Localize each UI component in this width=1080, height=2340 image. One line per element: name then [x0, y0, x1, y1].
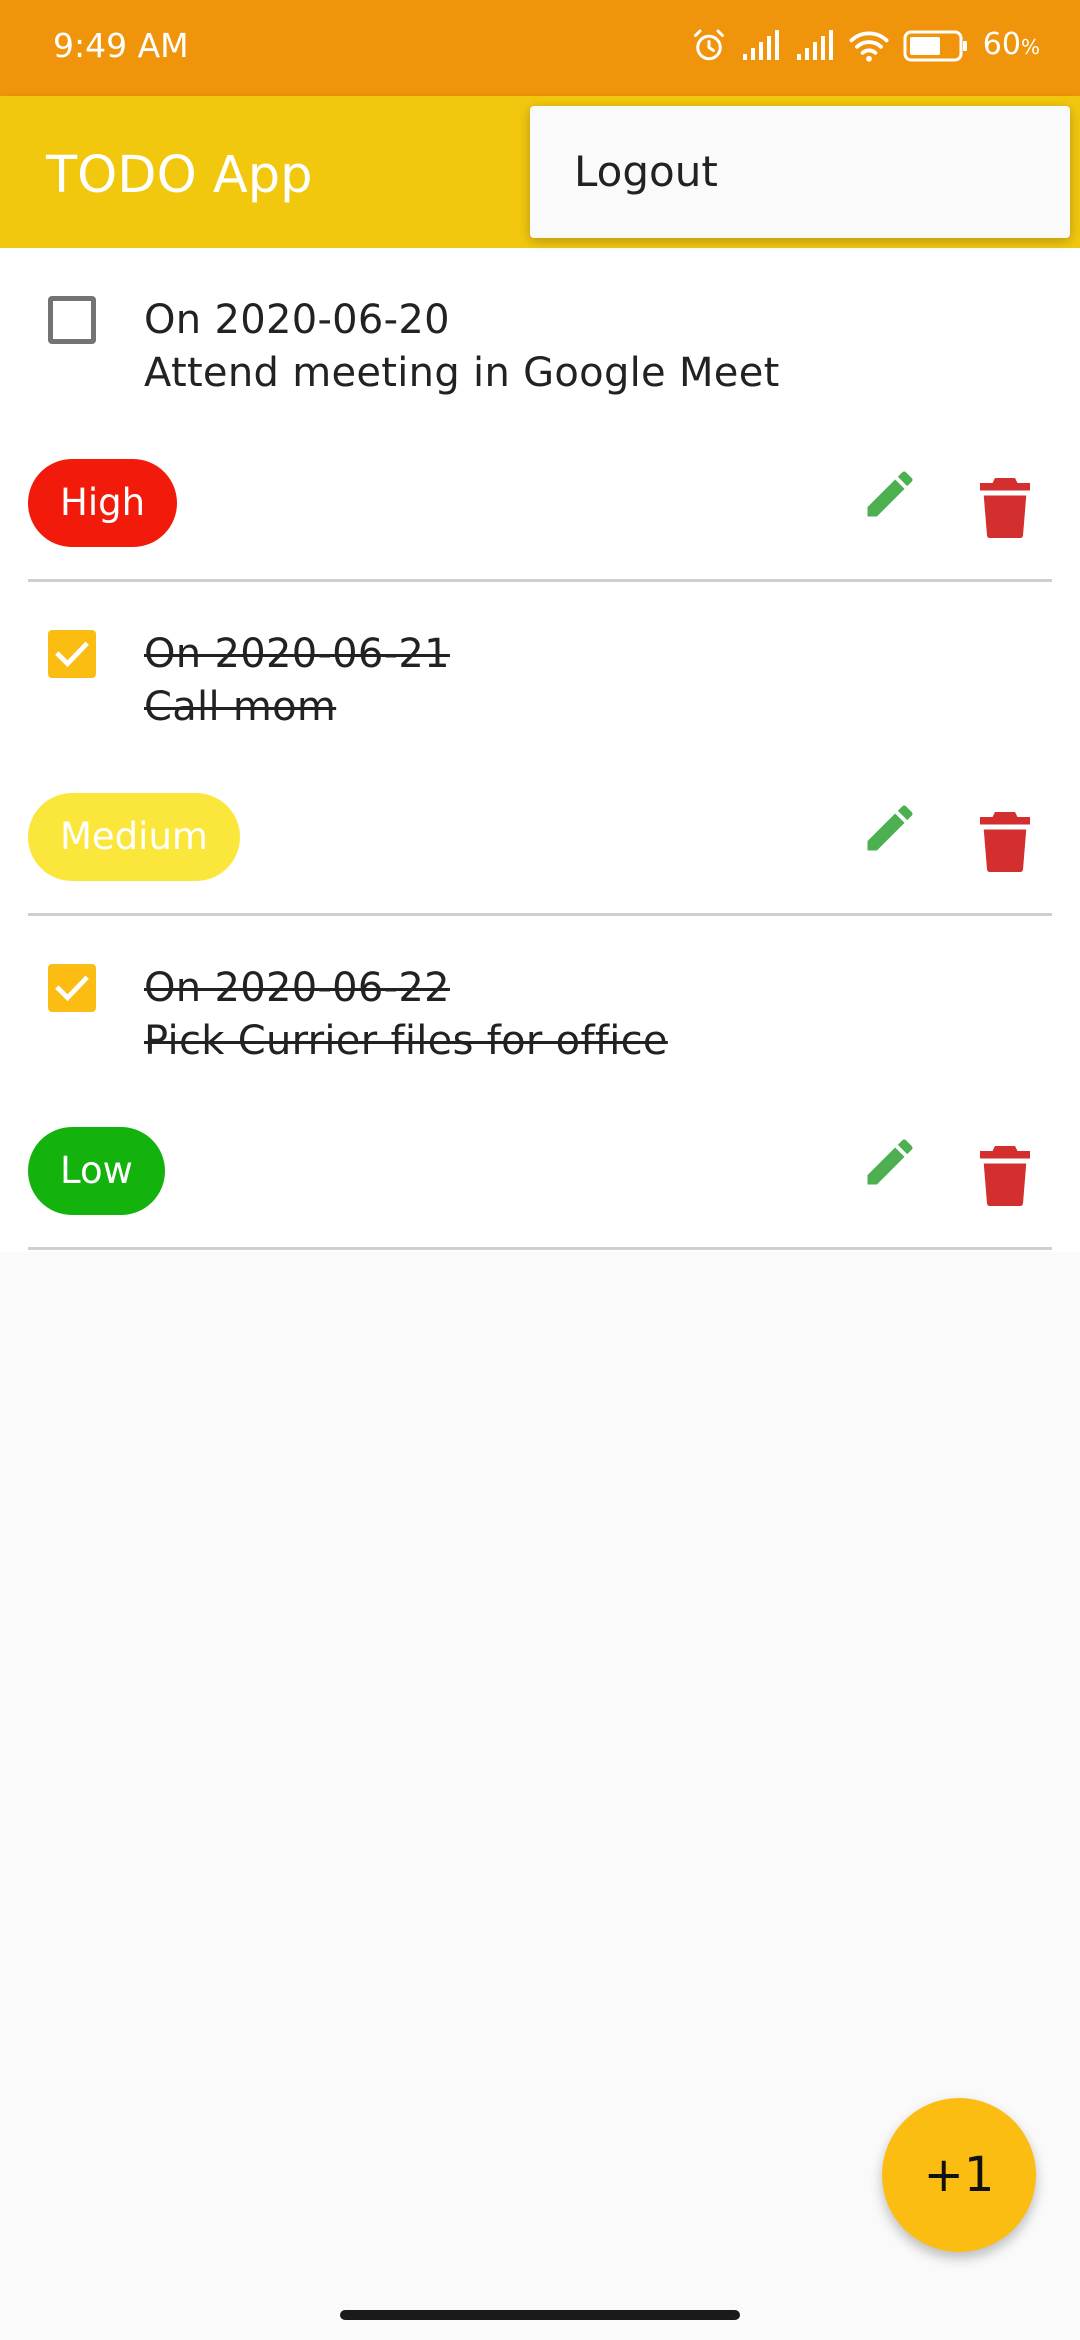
- battery-icon: [903, 29, 969, 63]
- todo-date: On 2020-06-22: [144, 965, 450, 1011]
- todo-title: Pick Currier files for office: [144, 1018, 668, 1064]
- todo-list: On 2020-06-20 Attend meeting in Google M…: [0, 248, 1080, 1252]
- gesture-bar[interactable]: [340, 2310, 740, 2320]
- pencil-icon: [867, 471, 913, 517]
- todo-date: On 2020-06-20: [144, 297, 450, 343]
- overflow-menu: Logout: [530, 106, 1070, 238]
- status-bar: 9:49 AM 60%: [0, 0, 1080, 96]
- delete-button[interactable]: [980, 812, 1030, 873]
- delete-button[interactable]: [980, 478, 1030, 539]
- battery-unit: %: [1020, 35, 1040, 59]
- priority-badge: High: [28, 459, 178, 547]
- check-icon: [55, 975, 89, 1002]
- todo-text: On 2020-06-20 Attend meeting in Google M…: [144, 294, 780, 400]
- battery-percent: 60%: [982, 27, 1040, 62]
- divider: [28, 1247, 1052, 1250]
- trash-icon: [980, 812, 1030, 873]
- edit-button[interactable]: [860, 798, 920, 858]
- todo-checkbox[interactable]: [48, 964, 96, 1012]
- todo-text: On 2020-06-22 Pick Currier files for off…: [144, 962, 668, 1068]
- status-time: 9:49 AM: [53, 26, 189, 65]
- trash-icon: [980, 478, 1030, 539]
- delete-button[interactable]: [980, 1146, 1030, 1207]
- wifi-icon: [849, 30, 889, 62]
- todo-title: Call mom: [144, 684, 337, 730]
- pencil-icon: [867, 1139, 913, 1185]
- todo-title: Attend meeting in Google Meet: [144, 350, 780, 396]
- add-todo-fab[interactable]: +1: [882, 2098, 1036, 2252]
- todo-item: On 2020-06-20 Attend meeting in Google M…: [0, 248, 1080, 582]
- pencil-icon: [867, 805, 913, 851]
- todo-date: On 2020-06-21: [144, 631, 450, 677]
- todo-checkbox[interactable]: [48, 630, 96, 678]
- todo-text: On 2020-06-21 Call mom: [144, 628, 450, 734]
- edit-button[interactable]: [860, 464, 920, 524]
- priority-badge: Medium: [28, 793, 240, 881]
- todo-item: On 2020-06-22 Pick Currier files for off…: [0, 916, 1080, 1250]
- todo-item: On 2020-06-21 Call mom Medium: [0, 582, 1080, 916]
- status-icons: 60%: [691, 24, 1040, 68]
- signal-icon: [795, 30, 835, 62]
- signal-icon: [741, 30, 781, 62]
- app-title: TODO App: [46, 146, 313, 205]
- trash-icon: [980, 1146, 1030, 1207]
- alarm-icon: [691, 28, 727, 64]
- logout-menu-item[interactable]: Logout: [574, 146, 718, 198]
- check-icon: [55, 641, 89, 668]
- priority-badge: Low: [28, 1127, 165, 1215]
- edit-button[interactable]: [860, 1132, 920, 1192]
- todo-checkbox[interactable]: [48, 296, 96, 344]
